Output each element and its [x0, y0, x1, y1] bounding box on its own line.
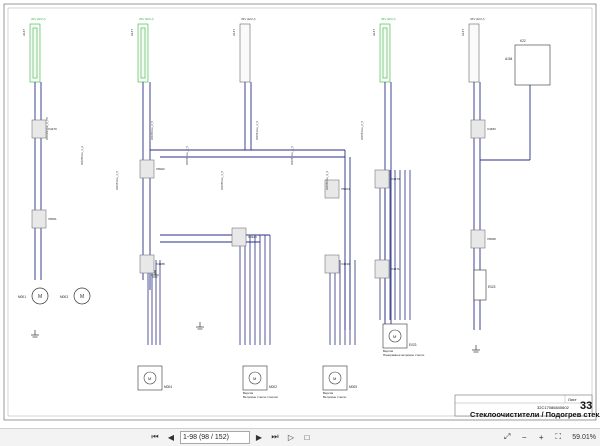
schematic-drawing: 36V (ECU) A147 36V (ECU) A147 36V (ECU) A147 3…	[3, 3, 597, 421]
component-label: E023	[409, 343, 417, 347]
fuse-block	[468, 23, 480, 83]
component-label: E023	[488, 285, 496, 289]
inner-frame	[7, 7, 593, 417]
fuse-block	[29, 23, 41, 83]
component-label: M002	[269, 385, 277, 389]
wire-label: W6050.be_1_6	[80, 146, 84, 165]
schematic-sheet: 36V (ECU) A147 36V (ECU) A147 36V (ECU) A147 3…	[0, 0, 600, 425]
wire-label: W6050.be_3_3	[325, 171, 329, 190]
zoom-level: 59.01%	[572, 433, 596, 441]
connector	[231, 227, 247, 247]
wire-label: WF6294.be_3_7R	[45, 117, 49, 140]
page-indicator-input[interactable]: 1-98 (98 / 152)	[180, 430, 250, 444]
wire-label: W6051.be_2_5	[185, 146, 189, 165]
reference-label: A147	[22, 29, 26, 36]
fullscreen-icon[interactable]: ⛶	[551, 430, 565, 444]
connector-label: X4470	[48, 127, 57, 131]
wire-label: W6050.be_1_5	[220, 171, 224, 190]
fuse-label: 36V (ECU)	[381, 17, 396, 21]
wire-label: W6051.be_2_5	[360, 121, 364, 140]
heater-element	[473, 269, 487, 301]
reference-label: A147	[232, 29, 236, 36]
connector-label: X4388	[156, 262, 165, 266]
last-page-icon[interactable]: ⏭	[268, 430, 282, 444]
connector-label: X5002	[156, 167, 165, 171]
wire-label: W6051.be_1_5	[255, 121, 259, 140]
reference-label: A147	[372, 29, 376, 36]
fuse-block	[239, 23, 251, 83]
page-navigation: ⏮ ◀ 1-98 (98 / 152) ▶ ⏭ ▷ □	[148, 430, 314, 444]
caption-text: Панорамное ветровое стекло	[383, 353, 425, 357]
motor-letter: M	[38, 294, 42, 300]
motor-letter: M	[148, 376, 151, 381]
zoom-out-icon[interactable]: −	[517, 430, 531, 444]
fuse-label: 36V (ECU)	[241, 17, 256, 21]
component-label: M005	[349, 385, 357, 389]
play-icon[interactable]: ▷	[284, 430, 298, 444]
sheet-label: Лист	[568, 397, 577, 402]
next-page-icon[interactable]: ▶	[252, 430, 266, 444]
reference-label: A147	[461, 29, 465, 36]
component-label: A154	[505, 57, 513, 61]
zoom-in-icon[interactable]: +	[534, 430, 548, 444]
connector	[31, 209, 47, 229]
connector-label: X4483	[487, 127, 496, 131]
fuse-label: 36V (ECU)	[31, 17, 46, 21]
connector-label: X5001	[48, 217, 57, 221]
connector-label: X4324	[248, 235, 257, 239]
reference-label: A147	[130, 29, 134, 36]
relay-box	[514, 44, 551, 86]
connector-label: X4530	[341, 262, 350, 266]
component-label: M004	[164, 385, 172, 389]
stop-icon[interactable]: □	[300, 430, 314, 444]
caption-text: Ветровое стекло	[323, 395, 347, 399]
connector	[470, 119, 486, 139]
fuse-label: 36V (ECU)	[139, 17, 154, 21]
component-label: K22	[520, 39, 526, 43]
connector	[470, 229, 486, 249]
component-label: M003	[60, 295, 68, 299]
fuse-block	[379, 23, 391, 83]
motor-letter: M	[333, 376, 336, 381]
connector-label: X4473	[391, 177, 400, 181]
viewer-toolbar: ⏮ ◀ 1-98 (98 / 152) ▶ ⏭ ▷ □ ⤢ − + ⛶ 59.0…	[0, 428, 600, 446]
component-label: M001	[18, 295, 26, 299]
first-page-icon[interactable]: ⏮	[148, 430, 162, 444]
connector-label: X4471	[391, 267, 400, 271]
fit-page-icon[interactable]: ⤢	[500, 430, 514, 444]
schematic-title: Стеклоочистители / Подогрев стекла	[470, 410, 600, 419]
wire-label: W6051.be_1_5	[115, 171, 119, 190]
motor-letter: M	[80, 294, 84, 300]
connector	[374, 259, 390, 279]
wire-label: W6050.be_2_5	[150, 121, 154, 140]
connector-label: X5004	[341, 187, 350, 191]
caption-text: Ветровое стекло стеклоп	[243, 395, 278, 399]
drawing-frame	[3, 3, 597, 421]
fuse-block	[137, 23, 149, 83]
motor-letter: M	[393, 334, 396, 339]
view-tools: ⤢ − + ⛶ 59.01%	[500, 430, 596, 444]
connector	[139, 159, 155, 179]
wire-label: W6051.be_3_5	[290, 146, 294, 165]
connector	[139, 254, 155, 274]
connector	[31, 119, 47, 139]
motor-letter: M	[253, 376, 256, 381]
connector-label: X5008	[487, 237, 496, 241]
connector	[374, 169, 390, 189]
fuse-label: 36V (ECU)	[470, 17, 485, 21]
connector	[324, 254, 340, 274]
previous-page-icon[interactable]: ◀	[164, 430, 178, 444]
